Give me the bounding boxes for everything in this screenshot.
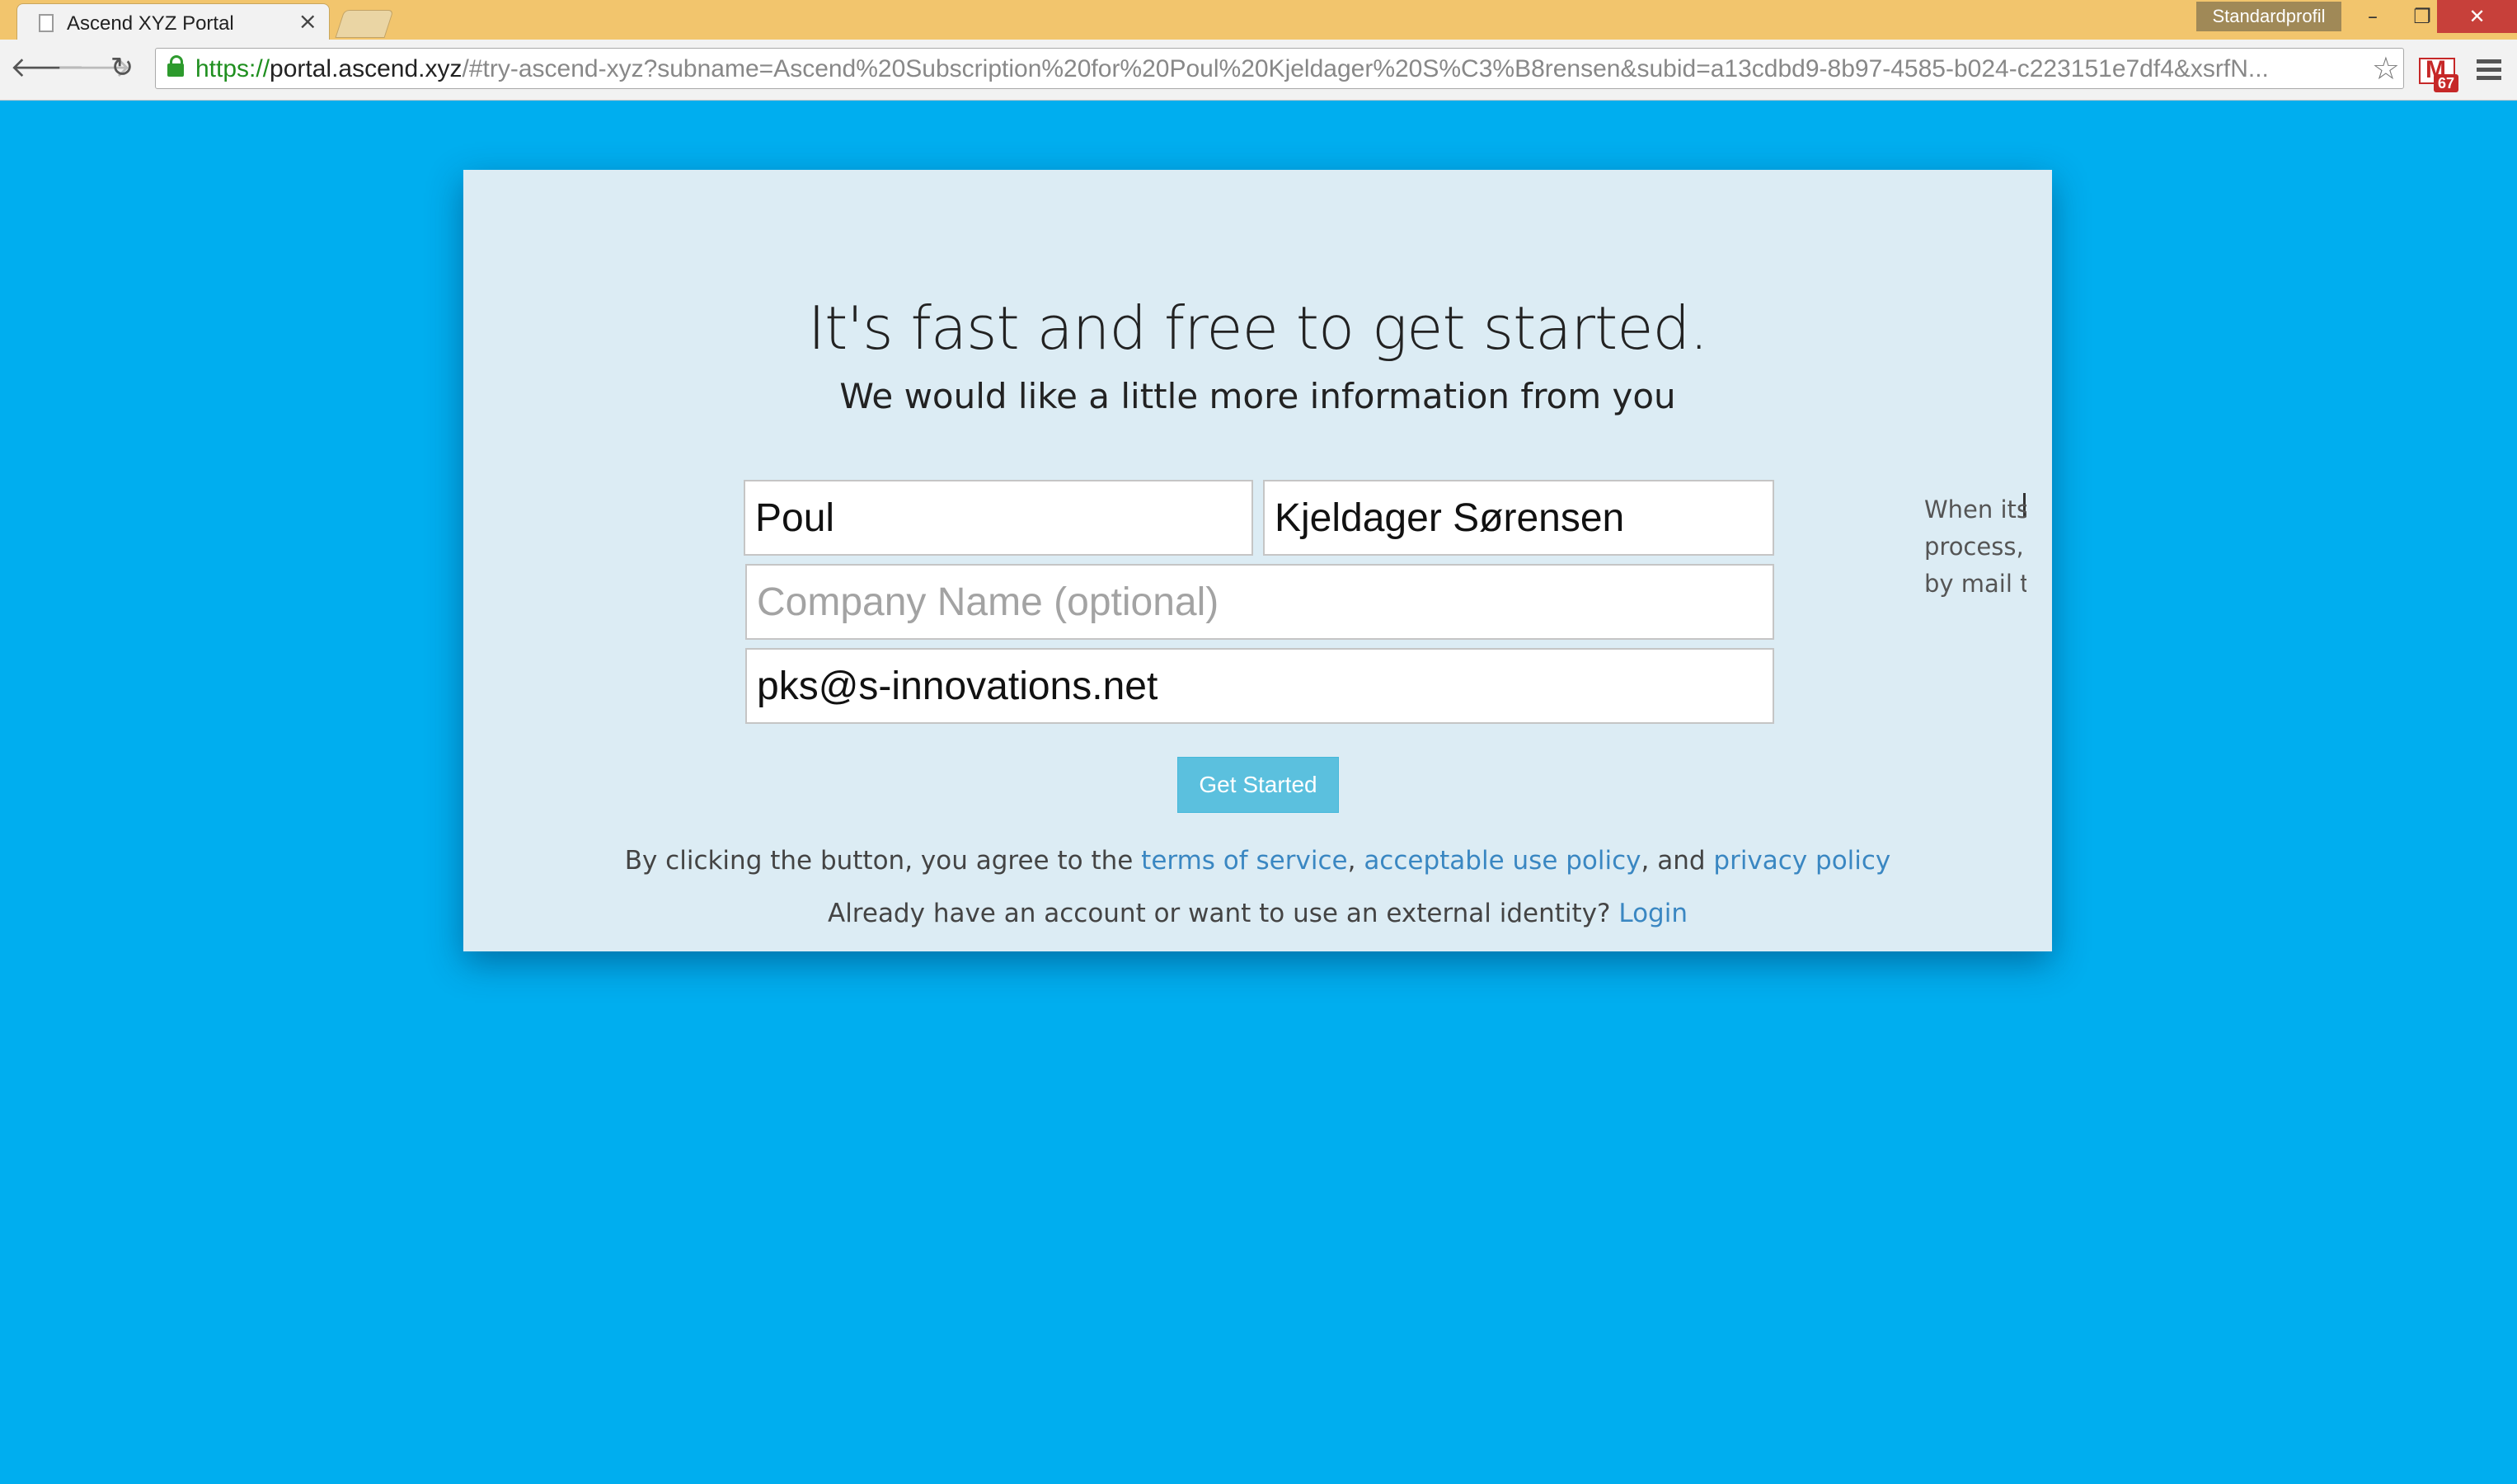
gmail-unread-badge: 67: [2434, 74, 2458, 92]
lock-icon: [167, 55, 184, 77]
page-subtitle: We would like a little more information …: [839, 376, 1676, 416]
bookmark-star-icon[interactable]: ☆: [2372, 52, 2400, 85]
browser-tab[interactable]: Ascend XYZ Portal ×: [16, 3, 330, 41]
url-host: portal.ascend.xyz: [270, 55, 463, 82]
address-bar[interactable]: https://portal.ascend.xyz/#try-ascend-xy…: [155, 48, 2404, 89]
close-window-icon[interactable]: ✕: [2437, 0, 2517, 33]
browser-toolbar: 🡐 🡒 ↻ https://portal.ascend.xyz/#try-asc…: [0, 40, 2517, 101]
document-icon: [39, 14, 54, 32]
page-title: It's fast and free to get started.: [807, 294, 1708, 363]
terms-separator: ,: [1347, 846, 1364, 876]
login-prompt: Already have an account or want to use a…: [463, 899, 2052, 928]
login-prefix: Already have an account or want to use a…: [827, 899, 1619, 928]
url-scheme: https://: [195, 55, 270, 82]
get-started-button[interactable]: Get Started: [1177, 757, 1339, 813]
side-info-panel: When its process, a by mail to: [1924, 491, 2026, 603]
profile-badge[interactable]: Standardprofil: [2196, 2, 2341, 31]
terms-of-service-link[interactable]: terms of service: [1141, 846, 1347, 876]
terms-separator-and: , and: [1641, 846, 1714, 876]
forward-arrow-icon[interactable]: 🡒: [56, 49, 131, 86]
signup-card: It's fast and free to get started. We wo…: [463, 170, 2052, 951]
hamburger-menu-icon[interactable]: [2477, 59, 2501, 81]
terms-prefix: By clicking the button, you agree to the: [624, 846, 1142, 876]
acceptable-use-policy-link[interactable]: acceptable use policy: [1364, 846, 1641, 876]
address-url: https://portal.ascend.xyz/#try-ascend-xy…: [195, 55, 2269, 83]
back-arrow-icon[interactable]: 🡐: [10, 49, 85, 86]
company-name-input[interactable]: [745, 564, 1774, 640]
last-name-input[interactable]: [1263, 480, 1774, 556]
url-path: /#try-ascend-xyz?subname=Ascend%20Subscr…: [462, 55, 2269, 82]
browser-titlebar: Ascend XYZ Portal × Standardprofil – ❐ ✕: [0, 0, 2517, 41]
tab-close-icon[interactable]: ×: [298, 9, 317, 34]
email-input[interactable]: [745, 648, 1774, 724]
minimize-icon[interactable]: –: [2348, 0, 2397, 33]
reload-icon[interactable]: ↻: [104, 49, 140, 86]
side-info-line: by mail to: [1924, 570, 2026, 598]
login-link[interactable]: Login: [1618, 899, 1688, 928]
terms-notice: By clicking the button, you agree to the…: [463, 846, 2052, 876]
privacy-policy-link[interactable]: privacy policy: [1713, 846, 1890, 876]
tab-title: Ascend XYZ Portal: [67, 12, 234, 35]
new-tab-button[interactable]: [335, 10, 394, 38]
side-info-line: When its: [1924, 495, 2026, 524]
side-info-line: process, a: [1924, 533, 2026, 561]
first-name-input[interactable]: [744, 480, 1253, 556]
